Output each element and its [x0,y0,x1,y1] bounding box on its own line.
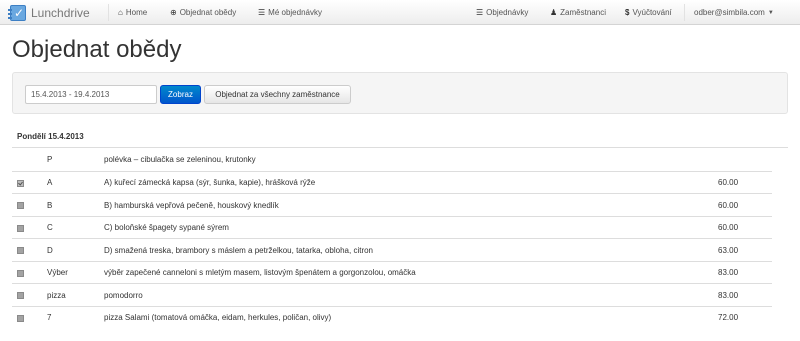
day-heading: Pondělí 15.4.2013 [17,132,84,141]
menu-item-row: 7 pizza Salami (tomatová omáčka, eidam, h… [12,305,772,328]
menu-item-price: 83.00 [718,268,739,277]
menu-item-price: 63.00 [718,245,739,255]
nav-my-orders-label: Mé objednávky [268,8,322,17]
brand-link[interactable]: ✓ Lunchdrive [8,0,90,25]
menu-item-checkbox[interactable] [17,292,24,299]
user-email: odber@simbila.com [694,8,765,17]
menu-item-checkbox[interactable] [17,269,24,277]
show-button[interactable]: Zobraz [160,85,201,104]
menu-item-description: výběr zapečené canneloni s mletým masem,… [104,268,416,277]
dollar-icon: $ [625,8,630,17]
menu-item-price: 60.00 [718,178,739,187]
menu-item-code: A [47,178,53,187]
brand-divider [108,4,109,21]
nav-my-orders[interactable]: ☰ Mé objednávky [258,0,322,25]
nav-home[interactable]: ⌂ Home [118,0,147,25]
menu-item-description: pomodorro [104,290,143,300]
list-icon: ☰ [258,8,266,17]
menu-item-checkbox[interactable] [17,224,24,232]
nav-employees[interactable]: ♟ Zaměstnanci [550,0,606,25]
menu-item-row: Ppolévka – cibulačka se zeleninou, kruto… [12,148,772,170]
order-all-employees-button[interactable]: Objednat za všechny zaměstnance [204,85,351,104]
chevron-down-icon: ▼ [767,9,774,16]
plus-circle-icon: ⊕ [170,8,177,17]
nav-employees-label: Zaměstnanci [560,8,606,17]
menu-item-description: pizza Salami (tomatová omáčka, eidam, he… [104,313,332,322]
menu-item-code: pizza [47,290,66,300]
nav-home-label: Home [125,8,148,17]
menu-item-row: Výber výběr zapečené canneloni s mletým m… [12,260,772,283]
date-range-input[interactable] [25,85,157,104]
menu-item-price: 72.00 [718,313,739,322]
nav-order-lunch-label: Objednat obědy [179,8,237,17]
user-icon: ♟ [550,8,558,17]
menu-item-row: pizza pomodorro 83.00 [12,283,772,305]
nav-order-lunch[interactable]: ⊕ Objednat obědy [170,0,236,25]
menu-item-code: P [47,154,53,164]
menu-item-description: polévka – cibulačka se zeleninou, kruton… [104,154,256,164]
menu-item-checkbox[interactable] [17,247,24,254]
menu-item-row: B B) hamburská vepřová pečeně, houskový k… [12,193,772,215]
menu-item-description: A) kuřecí zámecká kapsa (sýr, šunka, kap… [104,178,316,187]
user-divider [684,4,685,21]
list-icon: ☰ [476,8,484,17]
nav-billing-label: Vyúčtování [632,8,672,17]
menu-item-row: D D) smažená treska, brambory s máslem a … [12,238,772,260]
brand-name: Lunchdrive [31,5,90,20]
menu-item-code: D [47,245,53,255]
top-navbar: ✓ Lunchdrive ⌂ Home ⊕ Objednat obědy ☰ M… [0,0,800,25]
menu-item-description: C) boloňské špagety sypané sýrem [104,223,229,232]
menu-item-checkbox[interactable] [17,314,24,322]
menu-item-checkbox[interactable] [17,179,24,187]
menu-item-code: 7 [47,313,52,322]
menu-item-row: C C) boloňské špagety sypané sýrem 60.00 [12,215,772,238]
menu-item-price: 83.00 [718,290,739,300]
menu-item-description: B) hamburská vepřová pečeně, houskový kn… [104,200,279,210]
nav-orders[interactable]: ☰ Objednávky [476,0,528,25]
menu-item-row: A A) kuřecí zámecká kapsa (sýr, šunka, ka… [12,170,772,193]
lunchdrive-logo-icon: ✓ [8,4,26,21]
nav-billing[interactable]: $ Vyúčtování [625,0,672,25]
filter-panel: Zobraz Objednat za všechny zaměstnance [12,72,788,114]
menu-item-code: B [47,200,53,210]
menu-item-price: 60.00 [718,200,739,210]
home-icon: ⌂ [118,8,123,17]
menu-item-checkbox[interactable] [17,202,24,209]
menu-item-code: Výber [47,268,68,277]
nav-orders-label: Objednávky [486,8,529,17]
page-title: Objednat obědy [12,36,182,63]
menu-item-code: C [47,223,53,232]
menu-item-description: D) smažená treska, brambory s máslem a p… [104,245,373,255]
menu-item-price: 60.00 [718,223,739,232]
user-menu[interactable]: odber@simbila.com ▼ [694,0,774,25]
